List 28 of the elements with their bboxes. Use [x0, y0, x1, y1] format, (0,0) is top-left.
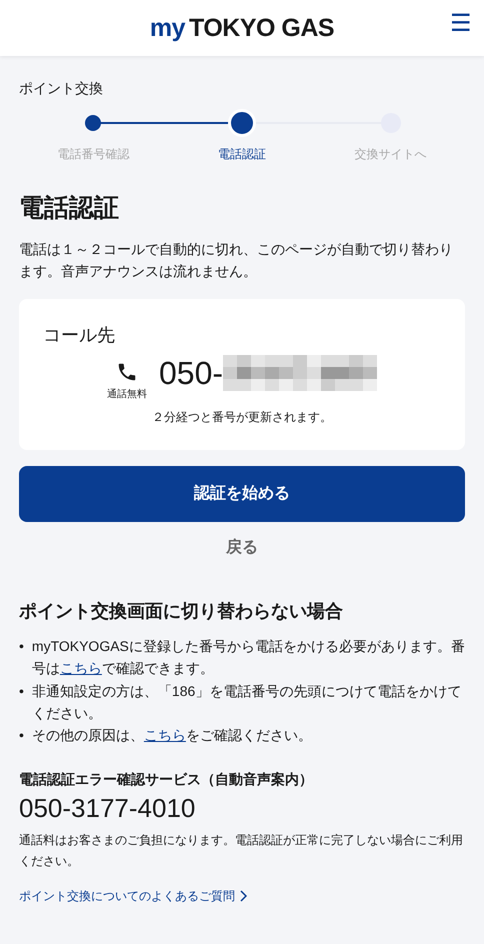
update-note: ２分経つと番号が更新されます。: [151, 408, 333, 426]
chevron-icon: [239, 890, 247, 902]
phone-number: 050-: [158, 354, 224, 392]
service-number: 050-3177-4010: [19, 792, 196, 824]
breadcrumb: ポイント交換: [19, 80, 104, 98]
service-note: 通話料はお客さまのご負担になります。電話認証が正常に完了しない場合にご利用ください。: [19, 832, 464, 870]
page-title: 電話認証: [19, 193, 120, 224]
help-item: myTOKYOGASに登録した番号から電話をかける必要があります。番号はこちらで確認できます。: [32, 636, 465, 678]
menu-button[interactable]: ☰: [448, 12, 474, 36]
logo[interactable]: my TOKYO GAS: [150, 14, 334, 42]
section-heading: ポイント交換画面に切り替わらない場合: [19, 600, 344, 623]
card-heading: コール先: [43, 324, 116, 347]
step-label: 電話番号確認: [57, 146, 130, 163]
faq-link[interactable]: ポイント交換についてのよくあるご質問: [19, 888, 247, 905]
bullet: •: [19, 636, 24, 656]
service-heading: 電話認証エラー確認サービス（自動音声案内）: [19, 770, 314, 789]
link[interactable]: こちら: [144, 727, 186, 744]
back-link[interactable]: 戻る: [220, 536, 264, 559]
step-label: 電話認証: [218, 146, 266, 163]
free-call-label: 通話無料: [106, 388, 147, 401]
bullet: •: [19, 726, 24, 746]
step-label: 交換サイトへ: [354, 146, 427, 163]
start-verification-button[interactable]: 認証を始める: [19, 466, 465, 522]
bullet: •: [19, 682, 24, 701]
link[interactable]: こちら: [60, 660, 102, 676]
help-item: 非通知設定の方は、「186」を電話番号の先頭につけて電話をかけてください。: [32, 682, 462, 723]
intro-text: 電話は１～２コールで自動的に切れ、このページが自動で切り替わります。音声アナウンスは流れません。: [19, 240, 454, 282]
help-item: その他の原因は、こちら をご確認ください。: [32, 726, 313, 746]
